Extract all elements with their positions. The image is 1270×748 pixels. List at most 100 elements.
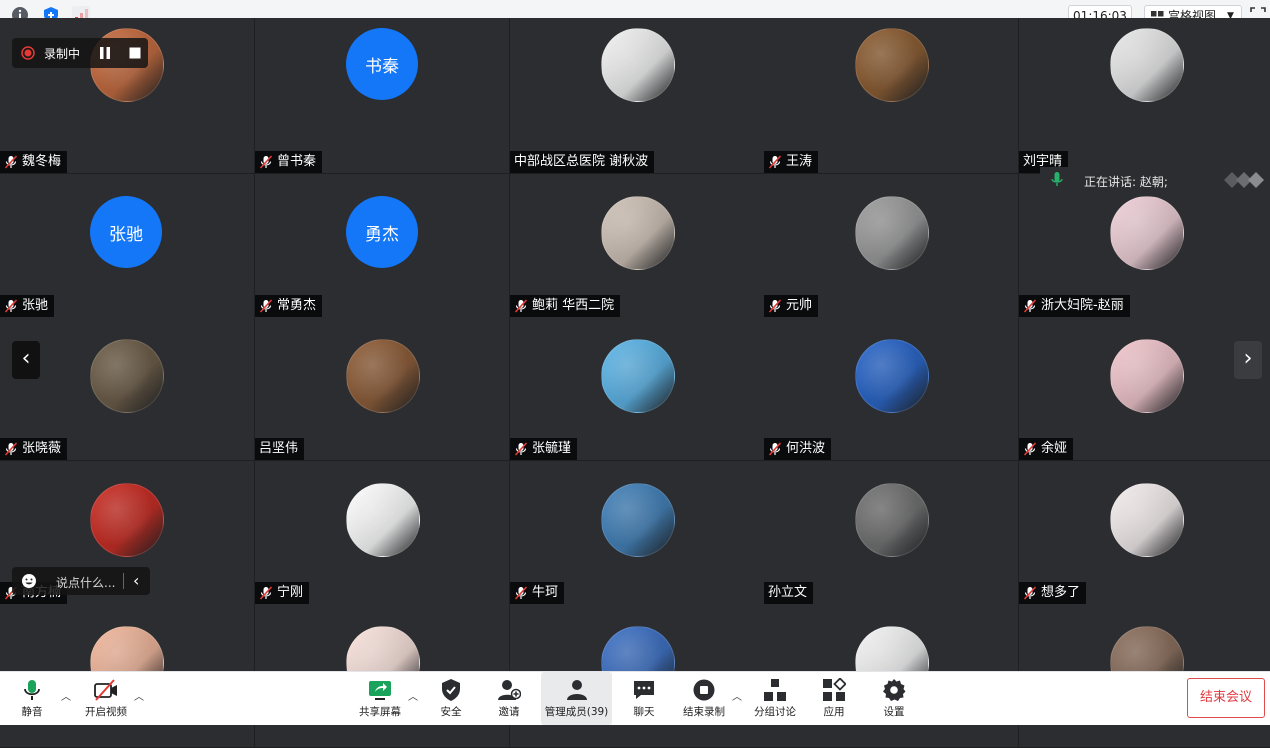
speaking-wave-icon [1224,172,1268,191]
participant-name: 吕坚伟 [259,441,299,456]
manage-members-button[interactable]: 管理成员(39) [541,672,612,725]
start-video-button[interactable]: 开启视频 [82,672,130,725]
gear-icon [882,678,906,702]
participant-nameplate: 孙立文 [764,582,814,604]
participant-nameplate: 张晓薇 [0,438,68,460]
mic-muted-icon [1023,442,1037,456]
participant-tile[interactable]: 张驰 张驰 [0,174,255,318]
participant-nameplate: 常勇杰 [255,295,323,317]
stop-record-icon [692,678,716,702]
participant-tile[interactable]: 鲍莉 华西二院 [510,174,765,318]
avatar [601,339,675,413]
share-screen-button[interactable]: 共享屏幕 [356,672,404,725]
microphone-icon [20,678,44,702]
avatar [1110,196,1184,270]
avatar [1110,28,1184,102]
participant-tile[interactable]: 王涛 [764,18,1019,174]
participant-tile[interactable]: 想多了 [1019,461,1270,605]
participant-nameplate: 中部战区总医院 谢秋波 [510,151,655,173]
mic-muted-icon [4,155,18,169]
apps-button[interactable]: 应用 [815,672,853,725]
avatar [855,483,929,557]
members-icon [565,678,589,702]
participant-nameplate: 浙大妇院-赵丽 [1019,295,1130,317]
participant-tile[interactable]: 浙大妇院-赵丽 [1019,174,1270,318]
mic-muted-icon [514,586,528,600]
end-recording-button[interactable]: 结束录制 [680,672,728,725]
meeting-toolbar: 静音 ︿ 开启视频 ︿ 共享屏幕 ︿ 安全 邀请 管理成员(39) 聊天 结束录… [0,671,1270,725]
security-shield-icon [439,678,463,702]
avatar: 书秦 [346,28,418,100]
avatar [601,483,675,557]
participant-nameplate: 宁刚 [255,582,310,604]
participant-name: 张驰 [22,298,49,313]
record-options-chevron-icon[interactable]: ︿ [732,688,744,703]
participant-name: 张晓薇 [22,441,62,456]
participant-tile[interactable]: 中部战区总医院 谢秋波 [510,18,765,174]
mute-button[interactable]: 静音 [10,672,54,725]
participant-name: 何洪波 [786,441,826,456]
participant-tile[interactable]: 勇杰常勇杰 [255,174,510,318]
chevron-left-icon: ‹ [21,346,31,371]
participant-name: 常勇杰 [277,298,317,313]
next-page-button[interactable]: › [1234,341,1262,379]
quick-chat-input[interactable]: 说点什么... ‹ [12,567,150,595]
video-options-chevron-icon[interactable]: ︿ [134,688,146,703]
collapse-chevron-icon[interactable]: ‹ [133,571,139,590]
emoji-icon[interactable] [21,573,37,592]
participant-tile[interactable]: 何洪波 [764,317,1019,461]
settings-button[interactable]: 设置 [875,672,913,725]
stop-icon[interactable] [128,46,142,63]
invite-button[interactable]: 邀请 [490,672,528,725]
chat-button[interactable]: 聊天 [625,672,663,725]
speaking-indicator: 正在讲话: 赵朝; [1040,167,1270,193]
participant-name: 魏冬梅 [22,154,62,169]
apps-icon [822,677,847,702]
share-options-chevron-icon[interactable]: ︿ [408,688,420,703]
participant-tile[interactable]: 张毓瑾 [510,317,765,461]
participant-tile[interactable]: 吕坚伟 [255,317,510,461]
participant-nameplate: 张毓瑾 [510,438,578,460]
mic-muted-icon [768,299,782,313]
share-screen-icon [368,678,392,702]
mute-options-chevron-icon[interactable]: ︿ [61,688,73,703]
participant-tile[interactable]: 刘宇晴 [1019,18,1270,174]
mic-muted-icon [1023,586,1037,600]
participant-nameplate: 牛珂 [510,582,565,604]
end-meeting-button[interactable]: 结束会议 [1187,678,1265,718]
prev-page-button[interactable]: ‹ [12,341,40,379]
mic-icon [1051,172,1063,191]
participant-name: 想多了 [1041,585,1081,600]
record-dot-icon [21,46,35,63]
recording-indicator: 录制中 [12,38,148,68]
pause-icon[interactable] [98,46,112,63]
participant-nameplate: 吕坚伟 [255,438,305,460]
participant-tile[interactable]: 元帅 [764,174,1019,318]
participant-tile[interactable]: 张晓薇 [0,317,255,461]
participant-nameplate: 想多了 [1019,582,1087,604]
avatar-initials: 勇杰 [365,224,399,245]
avatar [601,28,675,102]
participant-nameplate: 魏冬梅 [0,151,68,173]
participant-tile[interactable]: 孙立文 [764,461,1019,605]
video-off-icon [94,678,118,702]
participant-nameplate: 鲍莉 华西二院 [510,295,621,317]
mic-muted-icon [259,299,273,313]
breakout-icon [763,678,787,702]
mic-muted-icon [259,586,273,600]
avatar [855,28,929,102]
chevron-right-icon: › [1243,346,1253,371]
participant-tile[interactable]: 书秦 曾书秦 [255,18,510,174]
participant-nameplate: 何洪波 [764,438,832,460]
breakout-rooms-button[interactable]: 分组讨论 [752,672,798,725]
avatar [1110,483,1184,557]
avatar-initials: 书秦 [365,56,399,77]
participant-tile[interactable]: 余娅 [1019,317,1270,461]
participant-name: 浙大妇院-赵丽 [1041,298,1124,313]
mic-muted-icon [768,155,782,169]
avatar [1110,339,1184,413]
recording-label: 录制中 [44,47,81,61]
security-button[interactable]: 安全 [432,672,470,725]
participant-tile[interactable]: 牛珂 [510,461,765,605]
participant-tile[interactable]: 宁刚 [255,461,510,605]
